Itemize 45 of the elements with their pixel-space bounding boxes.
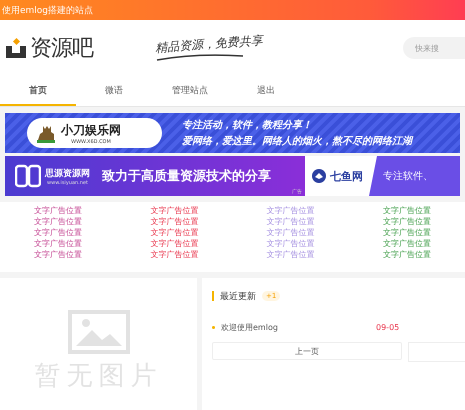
nav-tab[interactable]: 管理站点 (152, 76, 228, 106)
post-link[interactable]: 欢迎使用emlog (221, 322, 376, 332)
banner-ad[interactable]: 七鱼网 专注软件、 (305, 156, 460, 196)
text-ad-link[interactable]: 文字广告位置 (382, 238, 431, 249)
search-field[interactable]: 快来搜 (403, 37, 465, 59)
prev-page-button[interactable]: 上一页 (212, 342, 402, 360)
nav-tab[interactable]: 首页 (0, 76, 76, 106)
text-ad-link[interactable]: 文字广告位置 (34, 205, 82, 216)
text-ad-link[interactable]: 文字广告位置 (266, 227, 315, 238)
image-placeholder-icon (68, 310, 130, 354)
logo-icon (5, 37, 27, 59)
brand-name: 思源资源网 (45, 168, 90, 180)
text-ad-link[interactable]: 文字广告位置 (266, 238, 315, 249)
banner-slogan: 专注软件、 (383, 170, 433, 183)
slogan: 精品资源，免费共享 (154, 32, 264, 56)
brand-name: 七鱼网 (330, 168, 363, 184)
text-ad-link[interactable]: 文字广告位置 (34, 238, 82, 249)
text-ad-link[interactable]: 文字广告位置 (34, 216, 82, 227)
nav-tab[interactable]: 退出 (228, 76, 304, 106)
text-ad-link[interactable]: 文字广告位置 (266, 216, 315, 227)
text-ad-link[interactable]: 文字广告位置 (266, 205, 315, 216)
text-ad-link[interactable]: 文字广告位置 (150, 227, 198, 238)
brand-name: 小刀娱乐网 (61, 122, 121, 138)
text-ad-link[interactable]: 文字广告位置 (382, 216, 431, 227)
text-ad-link[interactable]: 文字广告位置 (150, 216, 198, 227)
section-title: 最近更新 (220, 290, 256, 302)
text-ad-link[interactable]: 文字广告位置 (150, 238, 198, 249)
text-ad-link[interactable]: 文字广告位置 (150, 205, 198, 216)
text-ad-link[interactable]: 文字广告位置 (150, 249, 198, 260)
text-ad-link[interactable]: 文字广告位置 (266, 249, 315, 260)
post-date: 09-05 (376, 322, 400, 332)
text-ad-link[interactable]: 文字广告位置 (382, 205, 431, 216)
logo-icon (311, 168, 327, 184)
swoosh-icon (155, 52, 245, 60)
banner-slogan: 爱网络，爱这里。网络人的烟火，熬不尽的网络江湖 (182, 134, 412, 148)
text-ad-link[interactable]: 文字广告位置 (382, 227, 431, 238)
text-ad-link[interactable]: 文字广告位置 (34, 249, 82, 260)
banner-slogan: 致力于高质量资源技术的分享 (102, 168, 271, 185)
banner-slogan: 专注活动，软件，教程分享！ (182, 118, 313, 132)
logo-text[interactable]: 资源吧 (30, 33, 93, 63)
nav-tab[interactable]: 微语 (76, 76, 152, 106)
text-ad-link[interactable]: 文字广告位置 (34, 227, 82, 238)
logo-icon (15, 164, 41, 188)
text-ad-link[interactable]: 文字广告位置 (382, 249, 431, 260)
site-tagline: 使用emlog搭建的站点 (1, 4, 94, 16)
